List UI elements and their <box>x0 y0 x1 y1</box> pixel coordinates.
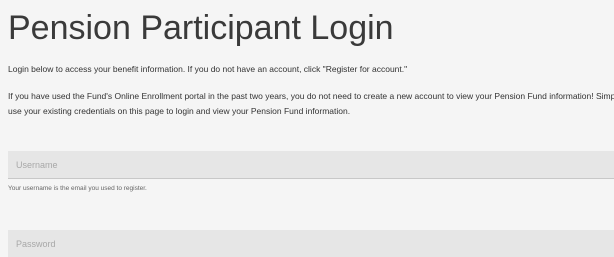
intro-text: Login below to access your benefit infor… <box>8 64 408 74</box>
enrollment-note-text: If you have used the Fund's Online Enrol… <box>8 91 614 116</box>
password-input[interactable] <box>8 230 614 257</box>
page-title: Pension Participant Login <box>8 9 394 47</box>
login-page: Pension Participant Login Login below to… <box>0 0 614 257</box>
username-help-text: Your username is the email you used to r… <box>8 185 147 192</box>
username-input[interactable] <box>8 151 614 179</box>
